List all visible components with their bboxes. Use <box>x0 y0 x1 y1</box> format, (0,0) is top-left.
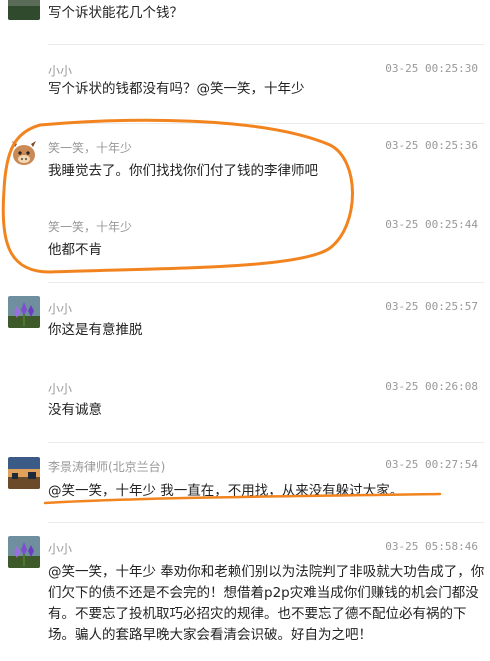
divider <box>48 123 484 124</box>
divider <box>48 442 484 443</box>
user-avatar[interactable] <box>8 137 40 169</box>
divider <box>48 44 484 45</box>
comment-time: 03-25 00:25:57 <box>385 300 478 313</box>
comment-text: 写个诉状能花几个钱？ <box>48 5 183 21</box>
comment-time: 03-25 00:25:30 <box>385 62 478 75</box>
comment-row: 小小 03-25 00:26:08 没有诚意 <box>0 362 490 442</box>
comment-row: 小小 03-25 00:25:30 写个诉状的钱都没有吗？@笑一笑，十年少 <box>0 44 490 123</box>
comment-text: 写个诉状的钱都没有吗？@笑一笑，十年少 <box>48 81 305 97</box>
comment-author[interactable]: 小小 <box>48 62 72 79</box>
comment-text: 你这是有意推脱 <box>48 322 143 338</box>
user-avatar[interactable] <box>8 296 40 328</box>
user-avatar[interactable] <box>8 0 40 20</box>
comment-row: 小小 03-25 05:58:46 @笑一笑，十年少 奉劝你和老赖们别以为法院判… <box>0 522 490 661</box>
comment-time: 03-25 05:58:46 <box>385 540 478 553</box>
user-avatar[interactable] <box>8 457 40 489</box>
comment-author[interactable]: 小小 <box>48 300 72 317</box>
comment-time: 03-25 00:27:54 <box>385 458 478 471</box>
divider <box>48 282 484 283</box>
comment-text: 没有诚意 <box>48 402 102 418</box>
comment-author[interactable]: 笑一笑，十年少 <box>48 218 132 235</box>
divider <box>48 522 484 523</box>
comment-text: @笑一笑，十年少 我一直在，不用找，从来没有躲过大家。 <box>48 483 404 499</box>
comment-text: 他都不肯 <box>48 242 102 258</box>
user-avatar[interactable] <box>8 536 40 568</box>
comment-row: 写个诉状能花几个钱？ <box>0 0 490 44</box>
comment-author[interactable]: 小小 <box>48 540 72 557</box>
comment-text: 我睡觉去了。你们找找你们付了钱的李律师吧 <box>48 163 318 179</box>
comment-row: 笑一笑，十年少 03-25 00:25:36 我睡觉去了。你们找找你们付了钱的李… <box>0 123 490 202</box>
comment-row: 小小 03-25 00:25:57 你这是有意推脱 <box>0 282 490 362</box>
comment-author[interactable]: 李景涛律师(北京兰台) <box>48 458 165 475</box>
comment-time: 03-25 00:26:08 <box>385 380 478 393</box>
comment-text: @笑一笑，十年少 奉劝你和老赖们别以为法院判了非吸就大功告成了，你们欠下的债不还… <box>48 564 485 643</box>
comment-author[interactable]: 小小 <box>48 380 72 397</box>
comment-row: 笑一笑，十年少 03-25 00:25:44 他都不肯 <box>0 202 490 282</box>
comment-time: 03-25 00:25:36 <box>385 139 478 152</box>
comment-time: 03-25 00:25:44 <box>385 218 478 231</box>
comment-author[interactable]: 笑一笑，十年少 <box>48 139 132 156</box>
comment-row: 李景涛律师(北京兰台) 03-25 00:27:54 @笑一笑，十年少 我一直在… <box>0 442 490 522</box>
